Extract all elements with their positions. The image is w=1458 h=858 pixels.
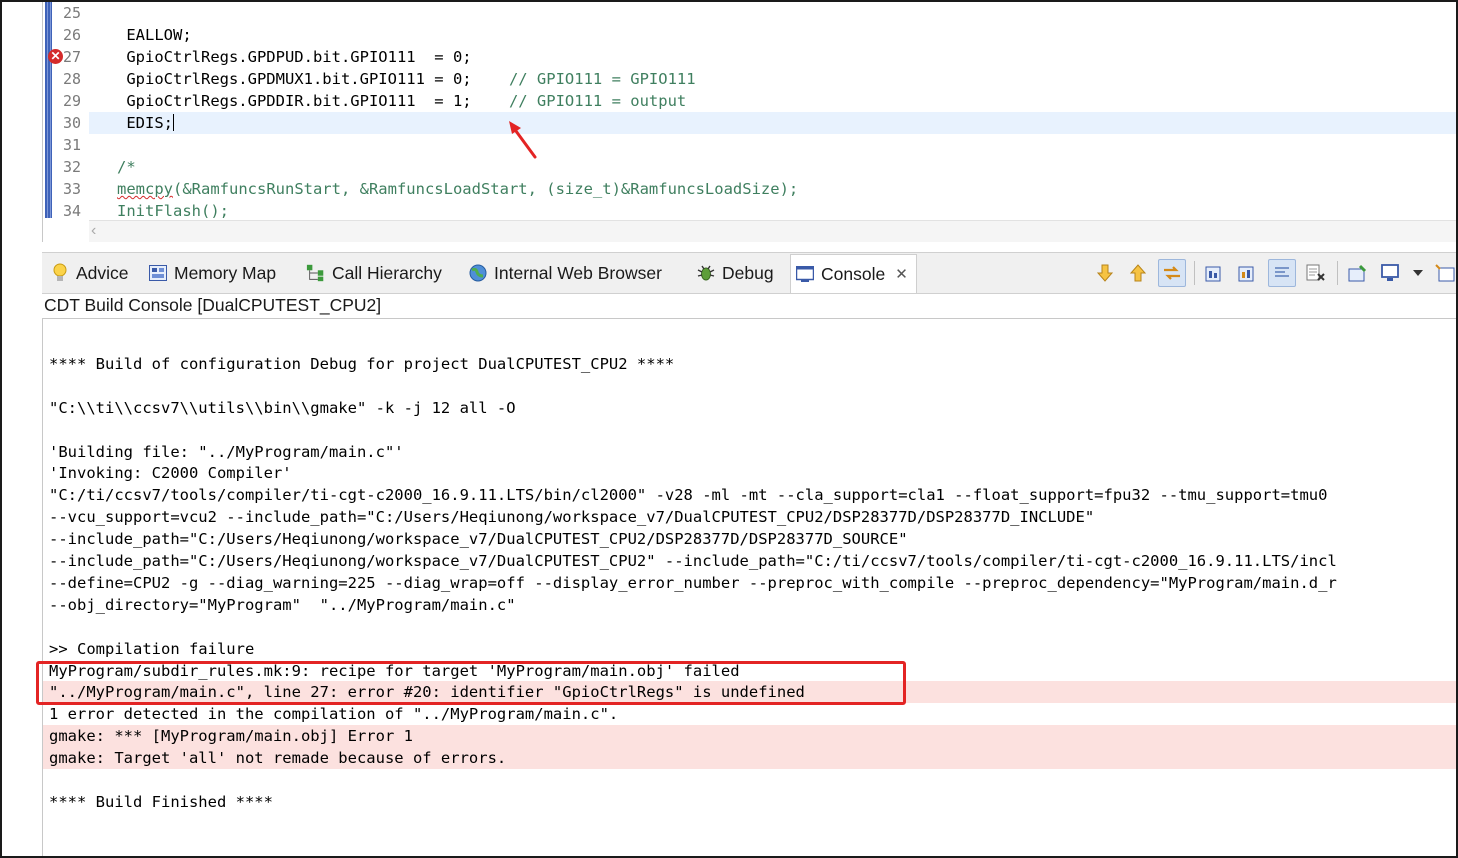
console-line: **** Build of configuration Debug for pr… — [49, 354, 675, 373]
gutter-line: 29 — [43, 90, 85, 112]
tab-label: Console — [821, 263, 886, 284]
code-line[interactable]: memcpy(&RamfuncsRunStart, &RamfuncsLoadS… — [89, 178, 798, 200]
gutter-line: 28 — [43, 68, 85, 90]
tab-label: Debug — [722, 262, 774, 283]
code-text: GpioCtrlRegs.GPDMUX1.bit.GPIO111 = 0; — [89, 70, 509, 88]
memory-map-icon — [148, 263, 168, 283]
gutter-line: ✕ 27 — [43, 46, 85, 68]
gutter-line: 32 — [43, 156, 85, 178]
globe-icon — [468, 263, 488, 283]
console-line: --include_path="C:/Users/Heqiunong/works… — [49, 530, 908, 549]
gutter-line: 25 — [43, 2, 85, 24]
console-line: 'Invoking: C2000 Compiler' — [49, 464, 292, 483]
code-line[interactable]: /* — [89, 156, 136, 178]
tab-label: Memory Map — [174, 262, 277, 283]
save-console-icon[interactable] — [1235, 260, 1261, 286]
console-icon — [795, 264, 815, 284]
code-text: GpioCtrlRegs.GPDPUD.bit.GPIO111 = 0; — [89, 48, 472, 66]
views-tab-bar: Advice Memory Map Call Hierarchy Interna… — [42, 252, 1456, 294]
console-error-line: gmake: *** [MyProgram/main.obj] Error 1 — [49, 727, 413, 746]
gutter-line: 34 — [43, 200, 85, 222]
console-line: "C:/ti/ccsv7/tools/compiler/ti-cgt-c2000… — [49, 486, 1328, 505]
build-console-output[interactable]: **** Build of configuration Debug for pr… — [42, 319, 1456, 856]
screenshot-frame: 25 26 ✕ 27 28 29 30 31 32 33 34 EALLOW; … — [0, 0, 1458, 858]
code-text: GpioCtrlRegs.GPDDIR.bit.GPIO111 = 1; — [89, 92, 509, 110]
code-line[interactable]: GpioCtrlRegs.GPDPUD.bit.GPIO111 = 0; — [89, 46, 472, 68]
console-line: **** Build Finished **** — [49, 792, 273, 811]
code-line[interactable]: EALLOW; — [89, 24, 192, 46]
copy-build-log-icon[interactable] — [1202, 260, 1228, 286]
current-code-line[interactable]: EDIS; — [89, 112, 1456, 134]
tab-internal-web-browser[interactable]: Internal Web Browser — [468, 253, 662, 293]
line-number: 26 — [63, 26, 82, 44]
gutter-line: 33 — [43, 178, 85, 200]
code-text: (&RamfuncsRunStart, &RamfuncsLoadStart, … — [173, 180, 799, 198]
line-number: 31 — [63, 136, 82, 154]
code-comment: // GPIO111 = GPIO111 — [508, 70, 696, 88]
line-number: 32 — [63, 158, 82, 176]
line-number: 30 — [63, 114, 82, 132]
code-editor[interactable]: 25 26 ✕ 27 28 29 30 31 32 33 34 EALLOW; … — [42, 2, 1456, 242]
code-comment: // GPIO111 = output — [508, 92, 687, 110]
code-text: EDIS; — [89, 114, 173, 132]
line-number: 33 — [63, 180, 82, 198]
console-title: CDT Build Console [DualCPUTEST_CPU2] — [44, 295, 382, 315]
line-number: 25 — [63, 4, 82, 22]
display-console-icon[interactable] — [1378, 260, 1404, 286]
pin-console-icon[interactable] — [1345, 260, 1371, 286]
previous-error-icon[interactable] — [1125, 260, 1151, 286]
console-line: --include_path="C:/Users/Heqiunong/works… — [49, 552, 1337, 570]
line-number: 34 — [63, 202, 82, 220]
code-text: EALLOW; — [89, 26, 192, 44]
error-marker-icon[interactable]: ✕ — [48, 49, 63, 64]
lightbulb-icon — [50, 263, 70, 283]
gutter-line: 30 — [43, 112, 85, 134]
code-line[interactable]: InitFlash(); — [89, 200, 229, 222]
tab-label: Internal Web Browser — [494, 262, 662, 283]
console-line: --obj_directory="MyProgram" "../MyProgra… — [49, 595, 516, 614]
console-line: 'Building file: "../MyProgram/main.c"' — [49, 442, 404, 461]
scroll-lock-icon[interactable] — [1268, 259, 1296, 287]
tab-memory-map[interactable]: Memory Map — [148, 253, 276, 293]
console-line: "C:\\ti\\ccsv7\\utils\\bin\\gmake" -k -j… — [49, 398, 516, 417]
line-number: 27 — [63, 48, 82, 66]
tab-debug[interactable]: Debug — [696, 253, 774, 293]
console-line: 1 error detected in the compilation of "… — [49, 705, 619, 724]
tab-label: Advice — [76, 262, 129, 283]
toolbar-separator — [1194, 261, 1195, 285]
link-with-editor-icon[interactable] — [1158, 259, 1186, 287]
bug-icon — [696, 263, 716, 283]
horizontal-scrollbar[interactable]: ‹ — [89, 220, 1456, 242]
next-error-icon[interactable] — [1092, 260, 1118, 286]
console-toolbar — [1085, 253, 1456, 293]
console-error-line: gmake: Target 'all' not remade because o… — [49, 749, 507, 768]
close-icon[interactable]: ✕ — [895, 265, 908, 283]
tab-label: Call Hierarchy — [332, 262, 442, 283]
code-comment: /* — [89, 158, 136, 176]
tab-console[interactable]: Console ✕ — [790, 254, 917, 293]
tab-advice[interactable]: Advice — [50, 253, 129, 293]
scroll-left-icon[interactable]: ‹ — [91, 223, 107, 239]
line-number: 29 — [63, 92, 82, 110]
gutter-line: 31 — [43, 134, 85, 156]
clear-console-icon[interactable] — [1303, 260, 1329, 286]
console-line: --vcu_support=vcu2 --include_path="C:/Us… — [49, 508, 1095, 527]
console-line: >> Compilation failure — [49, 639, 255, 658]
gutter-line: 26 — [43, 24, 85, 46]
toolbar-separator — [1337, 261, 1338, 285]
code-line[interactable]: GpioCtrlRegs.GPDMUX1.bit.GPIO111 = 0; //… — [89, 68, 696, 90]
tab-call-hierarchy[interactable]: Call Hierarchy — [306, 253, 442, 293]
call-hierarchy-icon — [306, 263, 326, 283]
error-highlight-box — [36, 661, 906, 705]
code-text: InitFlash(); — [89, 202, 229, 220]
text-caret — [173, 114, 174, 131]
line-number: 28 — [63, 70, 82, 88]
code-line[interactable]: GpioCtrlRegs.GPDDIR.bit.GPIO111 = 1; // … — [89, 90, 686, 112]
console-line: --define=CPU2 -g --diag_warning=225 --di… — [49, 573, 1337, 592]
squiggle-text: memcpy — [117, 180, 173, 198]
annotation-arrow-icon — [509, 121, 537, 159]
new-console-icon[interactable] — [1432, 260, 1456, 286]
chevron-down-icon[interactable] — [1411, 260, 1425, 286]
